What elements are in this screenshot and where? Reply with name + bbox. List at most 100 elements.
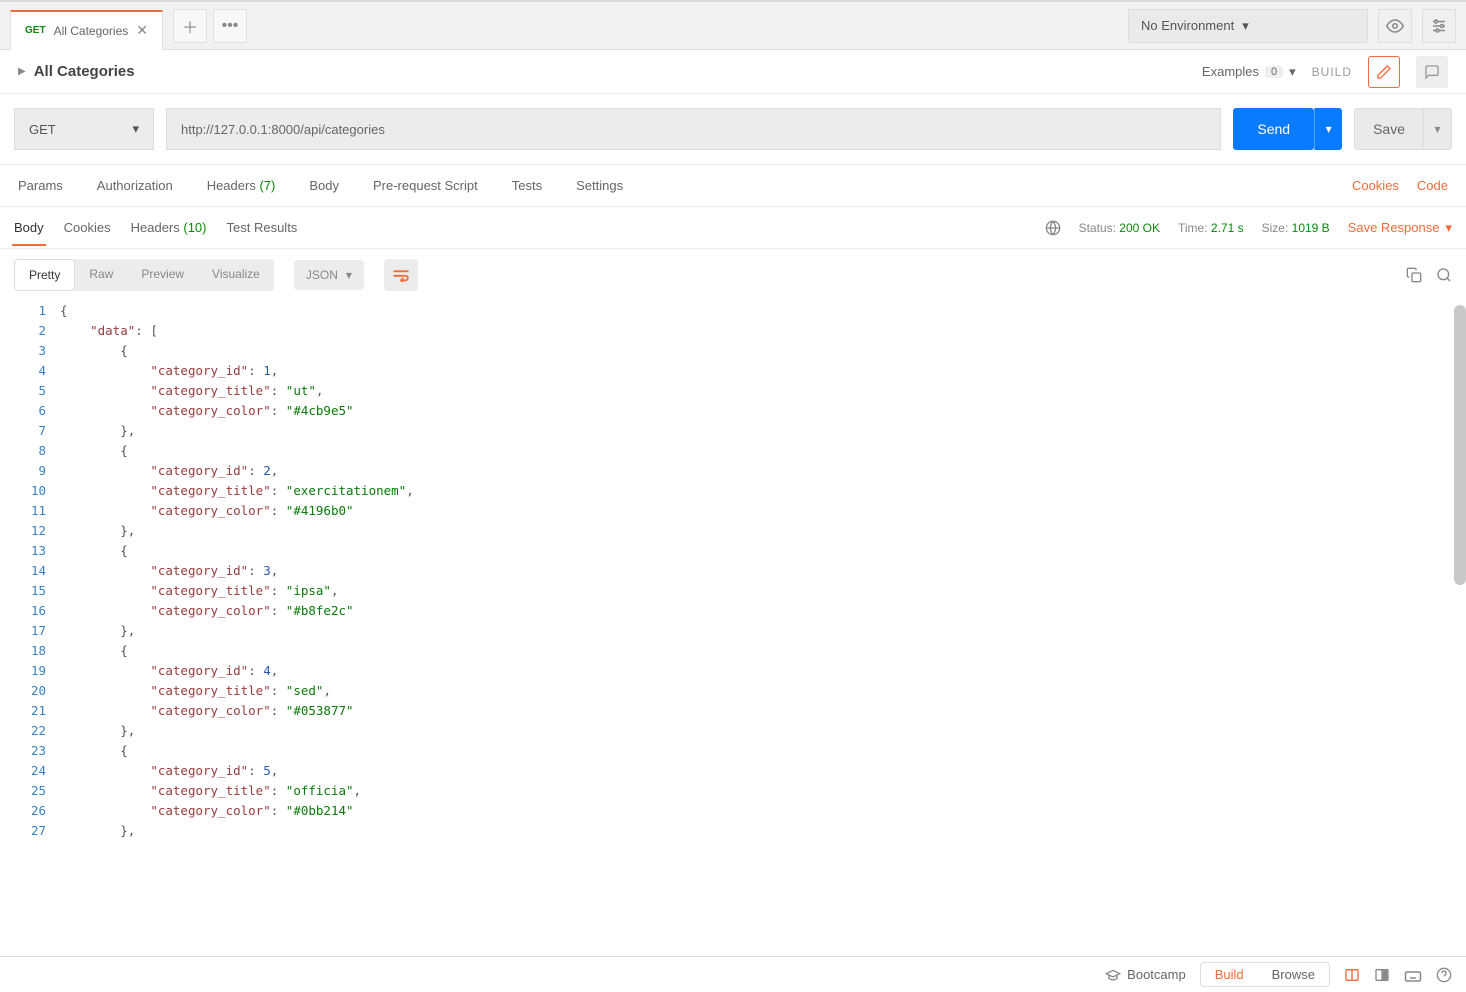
bootcamp-link[interactable]: Bootcamp bbox=[1105, 967, 1186, 983]
caret-right-icon[interactable]: ▶ bbox=[18, 66, 26, 77]
code-line: 13 { bbox=[0, 541, 1466, 561]
code-line: 12 }, bbox=[0, 521, 1466, 541]
code-text: "category_id": 4, bbox=[60, 661, 278, 681]
line-number: 25 bbox=[0, 781, 60, 801]
format-value: JSON bbox=[306, 268, 338, 282]
environment-select[interactable]: No Environment ▾ bbox=[1128, 9, 1368, 43]
line-number: 21 bbox=[0, 701, 60, 721]
tab-body[interactable]: Body bbox=[309, 178, 339, 193]
code-link[interactable]: Code bbox=[1417, 178, 1448, 193]
view-raw[interactable]: Raw bbox=[75, 259, 127, 291]
settings-sliders-icon[interactable] bbox=[1422, 9, 1456, 43]
code-text: "category_title": "officia", bbox=[60, 781, 361, 801]
globe-icon[interactable] bbox=[1045, 220, 1061, 236]
line-number: 2 bbox=[0, 321, 60, 341]
examples-dropdown[interactable]: Examples 0 ▾ bbox=[1202, 64, 1296, 80]
code-text: "category_color": "#053877" bbox=[60, 701, 354, 721]
line-number: 3 bbox=[0, 341, 60, 361]
build-link[interactable]: BUILD bbox=[1312, 65, 1352, 79]
edit-icon[interactable] bbox=[1368, 56, 1400, 88]
line-number: 7 bbox=[0, 421, 60, 441]
code-text: "category_title": "ut", bbox=[60, 381, 323, 401]
format-select[interactable]: JSON ▾ bbox=[294, 260, 364, 290]
comment-icon[interactable] bbox=[1416, 56, 1448, 88]
resp-tab-cookies[interactable]: Cookies bbox=[64, 220, 111, 235]
line-number: 13 bbox=[0, 541, 60, 561]
new-tab-button[interactable]: ＋ bbox=[173, 9, 207, 43]
close-icon[interactable]: ✕ bbox=[136, 22, 148, 39]
keyboard-icon[interactable] bbox=[1404, 967, 1422, 983]
line-number: 16 bbox=[0, 601, 60, 621]
copy-icon[interactable] bbox=[1406, 267, 1422, 283]
eye-icon[interactable] bbox=[1378, 9, 1412, 43]
line-number: 10 bbox=[0, 481, 60, 501]
resp-tab-body[interactable]: Body bbox=[14, 220, 44, 235]
view-pretty[interactable]: Pretty bbox=[14, 259, 75, 291]
code-text: "category_title": "exercitationem", bbox=[60, 481, 414, 501]
code-text: "category_id": 2, bbox=[60, 461, 278, 481]
line-number: 6 bbox=[0, 401, 60, 421]
help-icon[interactable] bbox=[1436, 967, 1452, 983]
mode-browse[interactable]: Browse bbox=[1258, 963, 1329, 986]
url-input[interactable]: http://127.0.0.1:8000/api/categories bbox=[166, 108, 1221, 150]
line-number: 14 bbox=[0, 561, 60, 581]
code-line: 14 "category_id": 3, bbox=[0, 561, 1466, 581]
save-button[interactable]: Save bbox=[1354, 108, 1424, 150]
code-line: 26 "category_color": "#0bb214" bbox=[0, 801, 1466, 821]
code-text: }, bbox=[60, 421, 135, 441]
code-line: 4 "category_id": 1, bbox=[0, 361, 1466, 381]
view-visualize[interactable]: Visualize bbox=[198, 259, 274, 291]
tab-authorization[interactable]: Authorization bbox=[97, 178, 173, 193]
send-dropdown[interactable]: ▾ bbox=[1314, 108, 1342, 150]
send-button[interactable]: Send bbox=[1233, 108, 1314, 150]
two-pane-icon[interactable] bbox=[1344, 967, 1360, 983]
code-text: }, bbox=[60, 721, 135, 741]
code-line: 7 }, bbox=[0, 421, 1466, 441]
save-dropdown[interactable]: ▾ bbox=[1424, 108, 1452, 150]
line-number: 22 bbox=[0, 721, 60, 741]
time-label: Time: bbox=[1178, 221, 1208, 235]
url-row: GET ▾ http://127.0.0.1:8000/api/categori… bbox=[0, 94, 1466, 165]
examples-count: 0 bbox=[1265, 66, 1283, 78]
toggle-pane-icon[interactable] bbox=[1374, 967, 1390, 983]
code-line: 23 { bbox=[0, 741, 1466, 761]
resp-tab-headers[interactable]: Headers (10) bbox=[131, 220, 207, 235]
code-line: 16 "category_color": "#b8fe2c" bbox=[0, 601, 1466, 621]
code-text: "category_color": "#b8fe2c" bbox=[60, 601, 354, 621]
response-code[interactable]: 1{2 "data": [3 {4 "category_id": 1,5 "ca… bbox=[0, 301, 1466, 956]
tab-prerequest[interactable]: Pre-request Script bbox=[373, 178, 478, 193]
url-value: http://127.0.0.1:8000/api/categories bbox=[181, 122, 385, 137]
line-number: 1 bbox=[0, 301, 60, 321]
code-line: 21 "category_color": "#053877" bbox=[0, 701, 1466, 721]
time-value: 2.71 s bbox=[1211, 221, 1244, 235]
tab-params[interactable]: Params bbox=[18, 178, 63, 193]
code-text: "category_id": 3, bbox=[60, 561, 278, 581]
tab-all-categories[interactable]: GET All Categories ✕ bbox=[10, 10, 163, 50]
resp-tab-test-results[interactable]: Test Results bbox=[227, 220, 298, 235]
chevron-down-icon: ▾ bbox=[346, 268, 352, 282]
code-text: { bbox=[60, 641, 128, 661]
size-label: Size: bbox=[1262, 221, 1289, 235]
view-preview[interactable]: Preview bbox=[127, 259, 198, 291]
mode-build[interactable]: Build bbox=[1201, 963, 1258, 986]
cookies-link[interactable]: Cookies bbox=[1352, 178, 1399, 193]
method-value: GET bbox=[29, 122, 56, 137]
line-number: 11 bbox=[0, 501, 60, 521]
method-select[interactable]: GET ▾ bbox=[14, 108, 154, 150]
tab-headers[interactable]: Headers (7) bbox=[207, 178, 276, 193]
wrap-lines-icon[interactable] bbox=[384, 259, 418, 291]
code-line: 20 "category_title": "sed", bbox=[0, 681, 1466, 701]
code-line: 19 "category_id": 4, bbox=[0, 661, 1466, 681]
search-icon[interactable] bbox=[1436, 267, 1452, 283]
save-response-dropdown[interactable]: Save Response ▾ bbox=[1348, 220, 1452, 236]
tab-overflow-button[interactable]: ••• bbox=[213, 9, 247, 43]
mode-toggle[interactable]: Build Browse bbox=[1200, 962, 1330, 987]
code-text: }, bbox=[60, 621, 135, 641]
scrollbar-thumb[interactable] bbox=[1454, 305, 1466, 585]
line-number: 27 bbox=[0, 821, 60, 841]
tab-settings[interactable]: Settings bbox=[576, 178, 623, 193]
request-title: All Categories bbox=[34, 63, 135, 80]
code-line: 17 }, bbox=[0, 621, 1466, 641]
line-number: 18 bbox=[0, 641, 60, 661]
tab-tests[interactable]: Tests bbox=[512, 178, 542, 193]
